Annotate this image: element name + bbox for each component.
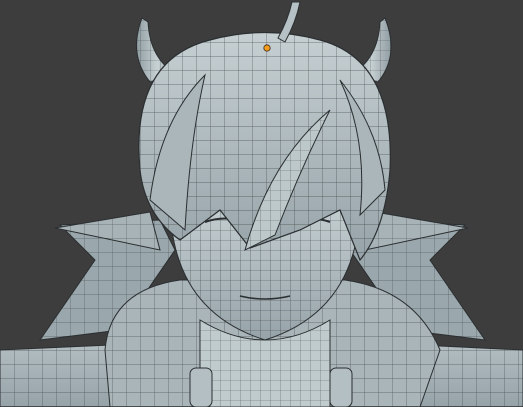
object-origin-icon[interactable] xyxy=(263,44,271,52)
drawstring-right[interactable] xyxy=(329,367,353,407)
hair[interactable] xyxy=(138,31,391,262)
drawstring-left[interactable] xyxy=(189,367,213,407)
3d-viewport[interactable] xyxy=(0,0,523,407)
viewport-canvas[interactable] xyxy=(0,0,523,407)
